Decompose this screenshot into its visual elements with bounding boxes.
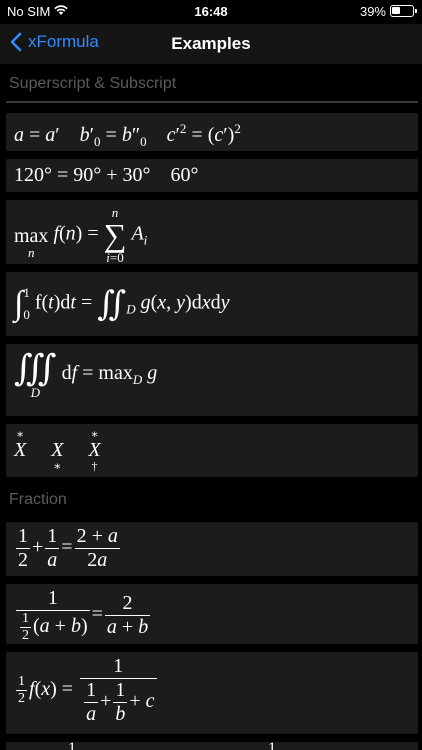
formula-over-under: ∗ X X ∗ ∗ X † <box>14 427 101 473</box>
formula-card[interactable]: 1 1 2 (a + b) = 2 a + b <box>6 584 418 644</box>
formula-card-partial[interactable]: 1 1 <box>6 740 418 750</box>
formula-card[interactable]: max n f(n) = n ∑ i=0 Ai <box>6 200 418 264</box>
formula-partial-numerator: 1 <box>68 740 76 750</box>
formula-card[interactable]: ∗ X X ∗ ∗ X † <box>6 424 418 477</box>
formula-superscript-prime: a = a′ b′0 = b″0 c′2 = (c′)2 <box>14 121 241 149</box>
status-bar: No SIM 16:48 39% <box>0 0 422 24</box>
formula-degrees: 120° = 90° + 30° 60° <box>14 164 199 186</box>
formula-triple-integral: ∭ D df = maxD g <box>14 348 158 400</box>
formula-card[interactable]: 120° = 90° + 30° 60° <box>6 159 418 192</box>
section-header-fraction: Fraction <box>9 491 67 508</box>
section-header-superscript: Superscript & Subscript <box>9 75 177 92</box>
section-divider <box>6 101 418 103</box>
formula-continued-fraction: 1 2 f(x) = 1 1 a +1 b + c <box>16 655 157 725</box>
formula-card[interactable]: ∭ D df = maxD g <box>6 344 418 416</box>
formula-card[interactable]: a = a′ b′0 = b″0 c′2 = (c′)2 <box>6 113 418 151</box>
formula-partial-numerator: 1 <box>268 740 276 750</box>
formula-integrals: ∫ 1 0 f(t)dt = ∬D g(x, y)dxdy <box>14 285 230 323</box>
formula-card[interactable]: 1 2 +1 a = 2 + a 2a <box>6 522 418 576</box>
formula-nested-fraction: 1 1 2 (a + b) = 2 a + b <box>14 587 152 644</box>
battery-percent: 39% <box>359 4 386 19</box>
formula-fraction-sum: 1 2 +1 a = 2 + a 2a <box>16 525 120 571</box>
page-title: Examples <box>171 34 251 53</box>
formula-card[interactable]: ∫ 1 0 f(t)dt = ∬D g(x, y)dxdy <box>6 272 418 336</box>
formula-card[interactable]: 1 2 f(x) = 1 1 a +1 b + c <box>6 652 418 734</box>
clock: 16:48 <box>194 4 228 19</box>
formula-max-sum: max n f(n) = n ∑ i=0 Ai <box>14 205 148 265</box>
navigation-bar: xFormula Examples <box>0 24 422 64</box>
battery-icon <box>390 5 417 17</box>
